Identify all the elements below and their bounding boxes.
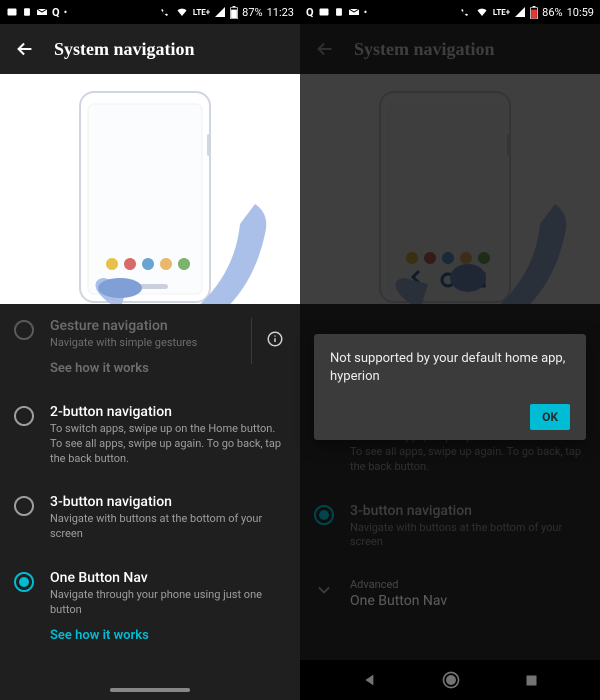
radio-3-button[interactable] (14, 496, 34, 516)
more-icon: • (64, 7, 68, 18)
option-title: 3-button navigation (50, 494, 284, 510)
app-q-icon: Q (306, 6, 314, 19)
app-q-icon: Q (52, 6, 60, 19)
option-desc: Navigate through your phone using just o… (50, 588, 284, 618)
option-desc: To switch apps, swipe up on the Home but… (50, 422, 284, 467)
wifi-call-icon (459, 6, 471, 18)
navigation-illustration (0, 74, 300, 304)
wifi-icon (475, 6, 489, 18)
battery-icon (530, 6, 538, 19)
sim-icon (334, 6, 344, 18)
unsupported-dialog: Not supported by your default home app, … (314, 334, 586, 440)
battery-text: 87% (242, 6, 262, 19)
wifi-call-icon (159, 6, 171, 18)
option-title: Gesture navigation (50, 318, 235, 334)
option-desc: Navigate with buttons at the bottom of y… (50, 512, 284, 542)
mail-icon (36, 6, 48, 18)
see-how-link[interactable]: See how it works (50, 361, 235, 376)
clock-text: 11:23 (267, 6, 294, 19)
app-bar: System navigation (0, 24, 300, 74)
option-desc: Navigate with simple gestures (50, 336, 235, 351)
option-title: One Button Nav (50, 570, 284, 586)
option-one-button-nav[interactable]: One Button Nav Navigate through your pho… (0, 556, 300, 657)
mail-icon (348, 6, 360, 18)
wifi-icon (175, 6, 189, 18)
battery-icon (230, 6, 238, 19)
info-icon[interactable] (266, 330, 284, 352)
see-how-link[interactable]: See how it works (50, 628, 284, 643)
option-gesture-navigation[interactable]: Gesture navigation Navigate with simple … (0, 304, 300, 390)
battery-text: 86% (542, 6, 562, 19)
option-3-button-navigation[interactable]: 3-button navigation Navigate with button… (0, 480, 300, 556)
signal-icon (514, 6, 526, 18)
info-divider (251, 318, 284, 364)
back-button[interactable] (14, 38, 36, 60)
right-screenshot: Q • LTE+ 86% 10:59 System navigation (300, 0, 600, 700)
radio-2-button[interactable] (14, 406, 34, 426)
signal-icon (214, 6, 226, 18)
nav-bar-gesture[interactable] (0, 680, 300, 700)
sim-icon (22, 6, 32, 18)
option-2-button-navigation[interactable]: 2-button navigation To switch apps, swip… (0, 390, 300, 481)
option-title: 2-button navigation (50, 404, 284, 420)
status-bar: Q • LTE+ 87% 11:23 (0, 0, 300, 24)
dialog-ok-button[interactable]: OK (530, 404, 570, 430)
message-icon (318, 6, 330, 18)
dialog-message: Not supported by your default home app, … (330, 350, 570, 386)
lte-icon: LTE+ (493, 8, 510, 17)
radio-one-button[interactable] (14, 572, 34, 592)
more-icon: • (364, 7, 368, 18)
status-bar: Q • LTE+ 86% 10:59 (300, 0, 600, 24)
gesture-pill-icon[interactable] (110, 688, 190, 692)
message-icon (6, 6, 18, 18)
lte-icon: LTE+ (193, 8, 210, 17)
radio-gesture[interactable] (14, 320, 34, 340)
page-title: System navigation (54, 39, 195, 60)
clock-text: 10:59 (567, 6, 594, 19)
options-list: Gesture navigation Navigate with simple … (0, 304, 300, 680)
left-screenshot: Q • LTE+ 87% 11:23 System navigation (0, 0, 300, 700)
